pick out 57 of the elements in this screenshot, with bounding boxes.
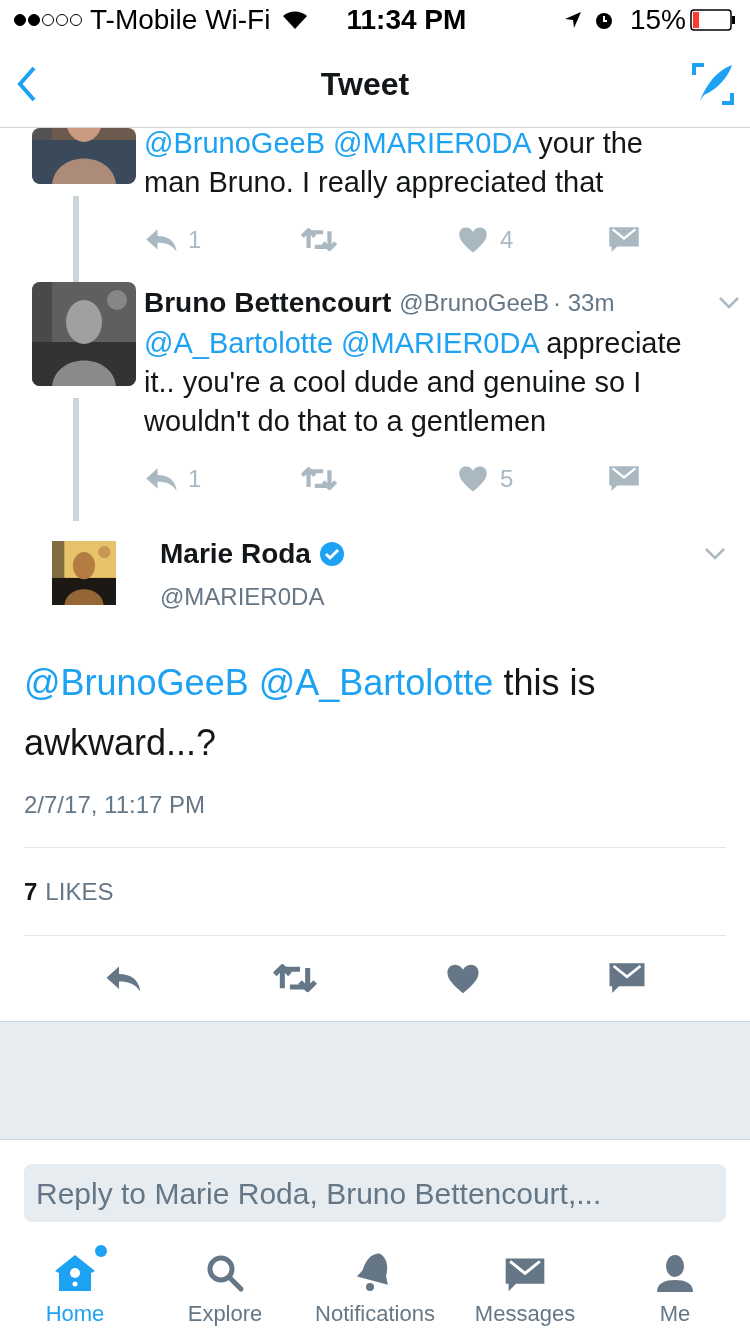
compose-quill-icon[interactable] [692,62,734,105]
tab-label: Messages [474,1300,576,1328]
like-count: 5 [500,464,514,494]
tweet-text: @A_Bartolotte @MARIER0DA appreciate it.. you're a cool dude and genuine so I wouldn't do that to a gentlemen [144,326,683,439]
chevron-down-icon[interactable] [704,547,726,561]
heart-icon[interactable] [458,464,488,494]
mention-link[interactable]: @BrunoGeeB [24,662,249,703]
alarm-clock-icon [593,10,614,30]
reply-icon[interactable] [144,226,180,254]
reply-count: 1 [188,225,202,255]
battery-icon [690,9,736,31]
retweet-icon[interactable] [300,466,338,492]
tab-bar-item[interactable]: Messages [450,1245,600,1330]
mention-link[interactable]: @A_Bartolotte [258,662,494,703]
like-count: 4 [500,225,514,255]
mention-link[interactable]: @BrunoGeeB [144,127,325,159]
reply-count: 1 [188,464,202,494]
likes-label[interactable]: LIKES [45,873,114,910]
envelope-icon[interactable] [608,465,640,493]
mention-link[interactable]: @MARIER0DA [341,327,539,359]
birdhouse-icon[interactable] [53,1253,97,1293]
tweet-text: @BrunoGeeB @MARIER0DA your the man Bruno. I really appreciated that [144,126,644,200]
tab-bar-item[interactable]: Notifications [300,1239,450,1330]
person-icon[interactable] [655,1253,695,1293]
like-count[interactable]: 7 [24,873,38,910]
tab-bar-item[interactable]: Explore [150,1241,300,1330]
tweet-time: · 33m [553,288,615,318]
tab-label: Notifications [315,1300,435,1328]
wifi-icon [282,10,309,30]
chevron-down-icon[interactable] [718,296,740,310]
search-icon[interactable] [205,1253,245,1293]
tab-bar-item[interactable]: Home [0,1241,150,1330]
mention-link[interactable]: @A_Bartolotte [144,327,334,359]
author-name[interactable]: Bruno Bettencourt [144,282,392,324]
heart-icon[interactable] [458,225,488,255]
page-title: Tweet [319,64,411,104]
tweet-text: @BrunoGeeB @A_Bartolotte this is awkward...? [24,661,597,765]
envelope-icon[interactable] [504,1257,546,1293]
author-name[interactable]: Marie Roda [160,533,311,575]
tab-label: Explore [187,1300,263,1328]
location-arrow-icon [563,11,582,29]
author-handle[interactable]: @MARIER0DA [160,579,726,615]
carrier-name: T-Mobile Wi-Fi [90,3,271,37]
reply-field[interactable]: Reply to Marie Roda, Bruno Bettencourt,... [24,1164,726,1222]
reply-icon[interactable] [144,465,180,493]
retweet-icon[interactable] [272,963,318,994]
mention-link[interactable]: @MARIER0DA [333,127,531,159]
tweet-date: 2/7/17, 11:17 PM [24,790,206,820]
clock-time: 11:34 PM [346,3,467,37]
envelope-icon[interactable] [608,962,646,995]
author-handle[interactable]: @BrunoGeeB [399,285,550,321]
tab-label: Me [659,1300,691,1328]
tab-bar-item[interactable]: Me [600,1241,750,1330]
tab-label: Home [45,1300,105,1328]
envelope-icon[interactable] [608,226,640,254]
battery-percent: 15% [629,3,686,37]
retweet-icon[interactable] [300,227,338,253]
